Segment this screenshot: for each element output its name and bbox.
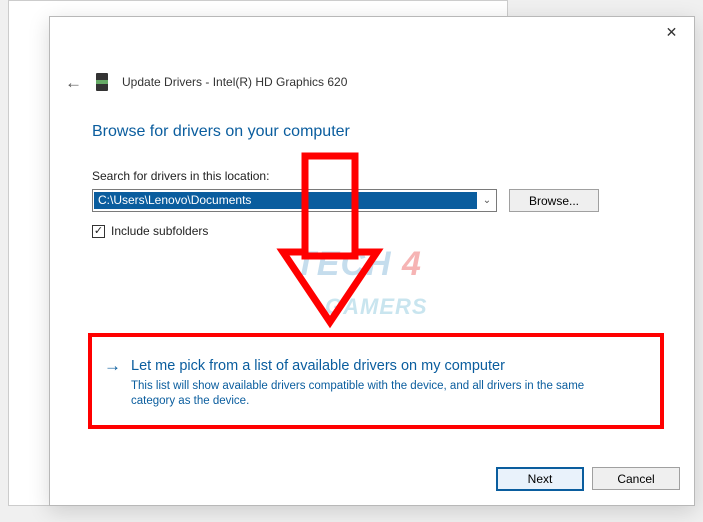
right-arrow-icon: → [104, 357, 121, 374]
pick-option-description: This list will show available drivers co… [131, 379, 611, 410]
checkmark-icon: ✓ [94, 226, 103, 237]
device-icon [96, 73, 108, 91]
watermark-4: 4 [402, 245, 422, 283]
pick-option-title: Let me pick from a list of available dri… [131, 357, 505, 376]
close-icon: ✕ [666, 24, 678, 41]
browse-button[interactable]: Browse... [509, 189, 599, 212]
search-row: C:\Users\Lenovo\Documents ⌄ Browse... [92, 189, 652, 212]
watermark-gamers: GAMERS [325, 294, 428, 319]
include-subfolders-row[interactable]: ✓ Include subfolders [92, 224, 652, 238]
location-combobox[interactable]: C:\Users\Lenovo\Documents ⌄ [92, 189, 497, 212]
next-button[interactable]: Next [496, 467, 584, 491]
cancel-button[interactable]: Cancel [592, 467, 680, 490]
location-path: C:\Users\Lenovo\Documents [94, 192, 477, 209]
search-location-label: Search for drivers in this location: [92, 169, 652, 183]
update-drivers-dialog: ✕ ← Update Drivers - Intel(R) HD Graphic… [49, 16, 695, 506]
include-subfolders-checkbox[interactable]: ✓ [92, 225, 105, 238]
watermark: TECH 4 GAMERS [295, 245, 428, 323]
page-heading: Browse for drivers on your computer [92, 123, 652, 141]
include-subfolders-label: Include subfolders [111, 224, 208, 238]
back-arrow-icon[interactable]: ← [65, 74, 82, 91]
dialog-footer: Next Cancel [496, 467, 680, 491]
watermark-tech: TECH [295, 245, 392, 283]
dialog-title: Update Drivers - Intel(R) HD Graphics 62… [122, 75, 347, 89]
pick-from-list-option[interactable]: → Let me pick from a list of available d… [88, 333, 664, 429]
dialog-header: ← Update Drivers - Intel(R) HD Graphics … [65, 73, 347, 91]
dialog-content: Browse for drivers on your computer Sear… [92, 123, 652, 238]
close-button[interactable]: ✕ [649, 17, 694, 47]
chevron-down-icon[interactable]: ⌄ [478, 195, 496, 206]
